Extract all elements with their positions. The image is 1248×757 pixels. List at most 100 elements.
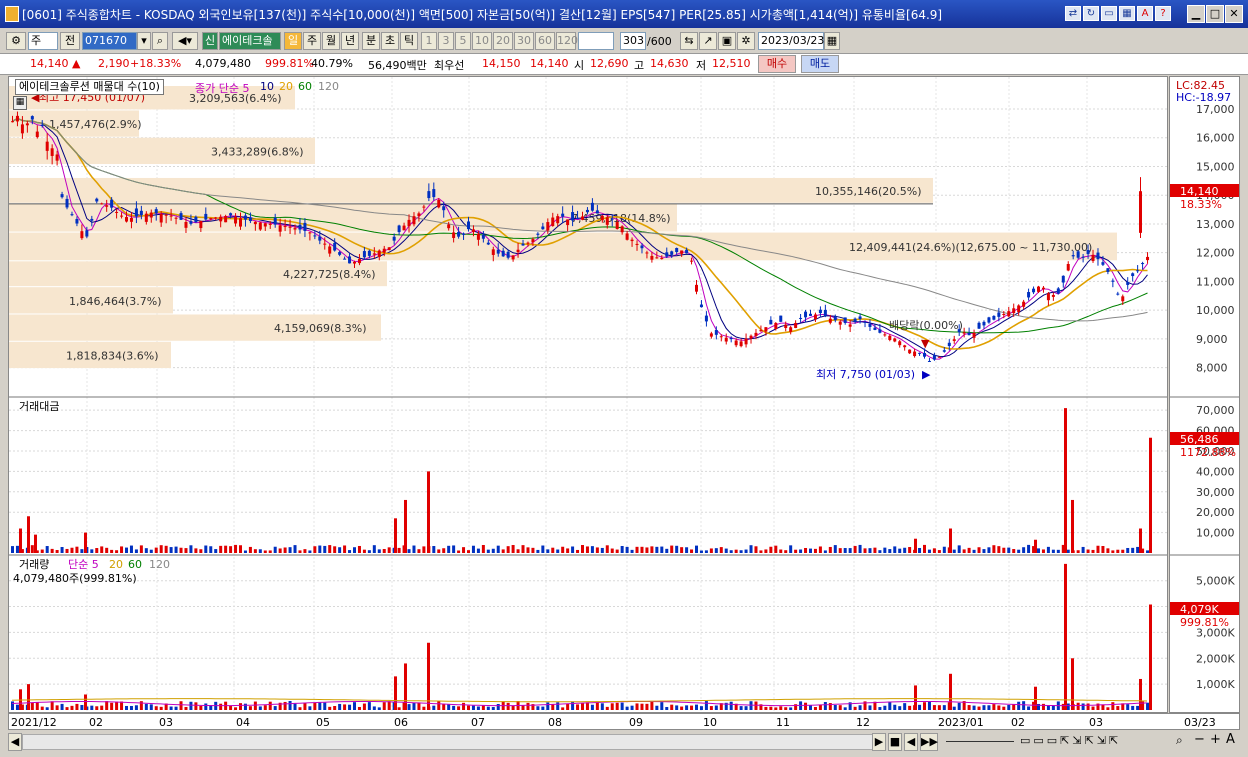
interval-30[interactable]: 30: [514, 32, 534, 50]
zoom-in-icon[interactable]: +: [1210, 732, 1221, 747]
chevron-down-icon[interactable]: ▾: [137, 32, 151, 50]
count-input[interactable]: 303: [620, 32, 646, 50]
amount-bar: [967, 547, 971, 553]
search-icon[interactable]: ⌕: [152, 32, 168, 50]
unit-day[interactable]: 일: [284, 32, 302, 50]
stock-name[interactable]: 에이테크솔: [219, 32, 281, 50]
amount-bar: [576, 549, 580, 553]
buy-button[interactable]: 매수: [758, 55, 796, 73]
code-input[interactable]: 071670: [82, 32, 137, 50]
amount-bar: [620, 546, 624, 553]
volume-bar: [982, 705, 986, 710]
chart-tool-icons[interactable]: ▭▭▭⇱⇲⇱⇲⇱: [1020, 734, 1121, 747]
interval-3[interactable]: 3: [438, 32, 454, 50]
grid-toggle-icon[interactable]: ▦: [13, 96, 27, 110]
unit-minute[interactable]: 분: [362, 32, 380, 50]
zoom-slider[interactable]: [946, 741, 1014, 742]
interval-20[interactable]: 20: [493, 32, 513, 50]
step-back-icon[interactable]: ◀: [904, 733, 918, 751]
zoom-out-icon[interactable]: −: [1194, 732, 1205, 747]
scroll-left-icon[interactable]: ◀: [8, 733, 22, 751]
amount-bar: [992, 545, 996, 553]
amount-bar: [496, 545, 500, 553]
arrows-icon[interactable]: ⇆: [680, 32, 698, 50]
volume-bar: [521, 705, 525, 710]
help-icon[interactable]: ?: [1155, 6, 1171, 21]
gear-icon[interactable]: ✲: [737, 32, 755, 50]
settings-icon[interactable]: ⚙: [6, 32, 26, 50]
interval-5[interactable]: 5: [455, 32, 471, 50]
amount-bar: [189, 545, 193, 553]
candle: [818, 309, 822, 314]
trend-icon[interactable]: ↗: [699, 32, 717, 50]
date-input[interactable]: 2023/03/23: [758, 32, 824, 50]
candle: [853, 318, 857, 322]
unit-week[interactable]: 주: [303, 32, 321, 50]
candle: [1086, 250, 1090, 255]
amount-bar: [194, 548, 198, 553]
volume-bar: [1081, 703, 1085, 710]
unit-second[interactable]: 초: [381, 32, 399, 50]
save-icon[interactable]: ▣: [718, 32, 736, 50]
volume-bar: [189, 701, 193, 710]
speaker-icon[interactable]: ◀▾: [172, 32, 198, 50]
candle: [30, 116, 34, 120]
amount-bar: [288, 547, 292, 553]
toolbar: ⚙ 주 전 071670 ▾ ⌕ ◀▾ 신 에이테크솔 일 주 월 년 분 초 …: [0, 30, 1248, 52]
minimize-button[interactable]: ▁: [1187, 5, 1205, 23]
scroll-track[interactable]: [22, 734, 874, 750]
zoom-search-icon[interactable]: ⌕: [1176, 733, 1183, 748]
fit-icon[interactable]: A: [1226, 732, 1235, 747]
volume-bar: [11, 701, 14, 710]
volume-bar: [1146, 702, 1150, 710]
y-tick-1: 16,000: [1196, 132, 1235, 145]
volume-bar: [635, 703, 639, 710]
interval-1[interactable]: 1: [421, 32, 437, 50]
refresh-icon[interactable]: ↻: [1083, 6, 1099, 21]
sell-button[interactable]: 매도: [801, 55, 839, 73]
unit-tick[interactable]: 틱: [400, 32, 418, 50]
interval-60[interactable]: 60: [535, 32, 555, 50]
amount-bar: [813, 548, 817, 553]
amount-bar: [1076, 550, 1080, 553]
play-icon[interactable]: ▶: [872, 733, 886, 751]
x-label-3: 04: [236, 716, 250, 729]
stop-icon[interactable]: ■: [888, 733, 902, 751]
link-icon[interactable]: ⇄: [1065, 6, 1081, 21]
amount-bar: [75, 546, 79, 553]
candle: [640, 245, 644, 249]
amount-bar: [585, 546, 589, 553]
interval-10[interactable]: 10: [472, 32, 492, 50]
font-icon[interactable]: A: [1137, 6, 1153, 21]
period-select[interactable]: 주: [28, 32, 58, 50]
amount-bar: [199, 549, 203, 553]
open-label: 시: [574, 59, 585, 72]
candle: [898, 341, 902, 346]
custom-interval-input[interactable]: [578, 32, 614, 50]
volume-bar: [858, 705, 862, 710]
unit-year[interactable]: 년: [341, 32, 359, 50]
maximize-button[interactable]: □: [1206, 5, 1224, 23]
candle: [873, 327, 877, 330]
amount-bar: [972, 549, 976, 553]
unit-month[interactable]: 월: [322, 32, 340, 50]
chart-area[interactable]: 3,209,563(6.4%) 1,457,476(2.9%) 3,433,289(…: [8, 76, 1168, 713]
candle: [179, 213, 183, 220]
prev-button[interactable]: 전: [60, 32, 80, 50]
volume-profile-legend[interactable]: 에이테크솔루션 매물대 수(10): [15, 79, 164, 95]
interval-120[interactable]: 120: [556, 32, 578, 50]
amount-bar: [476, 548, 480, 553]
volume-bar: [645, 703, 649, 710]
amount-bar: [149, 549, 153, 553]
volume-spike: [427, 642, 430, 710]
fast-forward-icon[interactable]: ▶▶: [920, 733, 938, 751]
calendar-icon[interactable]: ▦: [824, 32, 840, 50]
x-label-14: 03: [1089, 716, 1103, 729]
amount-bar: [868, 548, 872, 553]
grid-icon[interactable]: ▦: [1119, 6, 1135, 21]
volume-bar: [615, 702, 619, 710]
close-button[interactable]: ✕: [1225, 5, 1243, 23]
window-icon[interactable]: ▭: [1101, 6, 1117, 21]
candle: [397, 225, 401, 233]
candle: [367, 250, 371, 256]
